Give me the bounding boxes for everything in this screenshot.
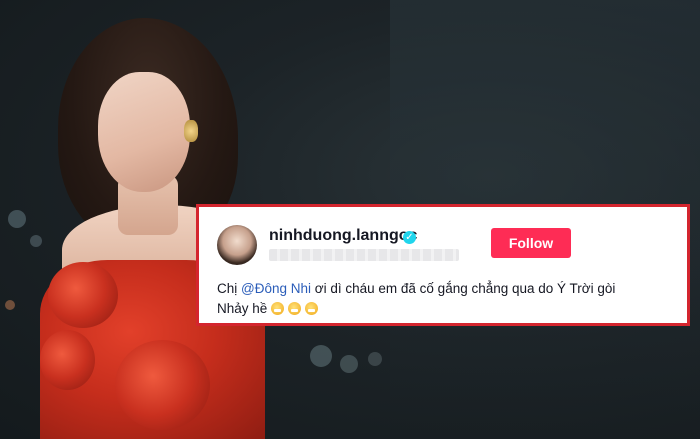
bokeh-light [5,300,15,310]
social-post-card: ninhduong.lanngoc ✓ Follow Chị @Đông Nhi… [203,211,683,319]
comment-line-1: Chị @Đông Nhi ơi dì cháu em đã cố gắng c… [217,279,677,299]
username[interactable]: ninhduong.lanngoc [269,227,417,245]
grinning-face-emoji [271,302,285,315]
mention-link[interactable]: @Đông Nhi [241,281,311,296]
bokeh-light [340,355,358,373]
verified-check-icon: ✓ [403,231,416,244]
avatar[interactable] [217,225,257,265]
bokeh-light [310,345,332,367]
grinning-face-emoji [305,302,319,315]
comment-line-2: Nhảy hề [217,299,677,319]
dress-rose [115,340,210,430]
dress-rose [40,330,95,390]
grinning-face-emoji [288,302,302,315]
follow-button[interactable]: Follow [491,228,571,258]
post-comment: Chị @Đông Nhi ơi dì cháu em đã cố gắng c… [217,279,677,319]
comment-text: ơi dì cháu em đã cố gắng chẳng qua do Ý … [311,281,616,296]
earring [184,120,198,142]
blurred-subtitle [269,249,459,261]
comment-line2-text: Nhảy hề [217,301,268,316]
highlighted-post-frame: ninhduong.lanngoc ✓ Follow Chị @Đông Nhi… [196,204,690,326]
dress-rose [48,262,118,328]
comment-prefix: Chị [217,281,242,296]
woman-face [98,72,190,192]
bokeh-light [8,210,26,228]
bokeh-light [30,235,42,247]
bokeh-light [368,352,382,366]
